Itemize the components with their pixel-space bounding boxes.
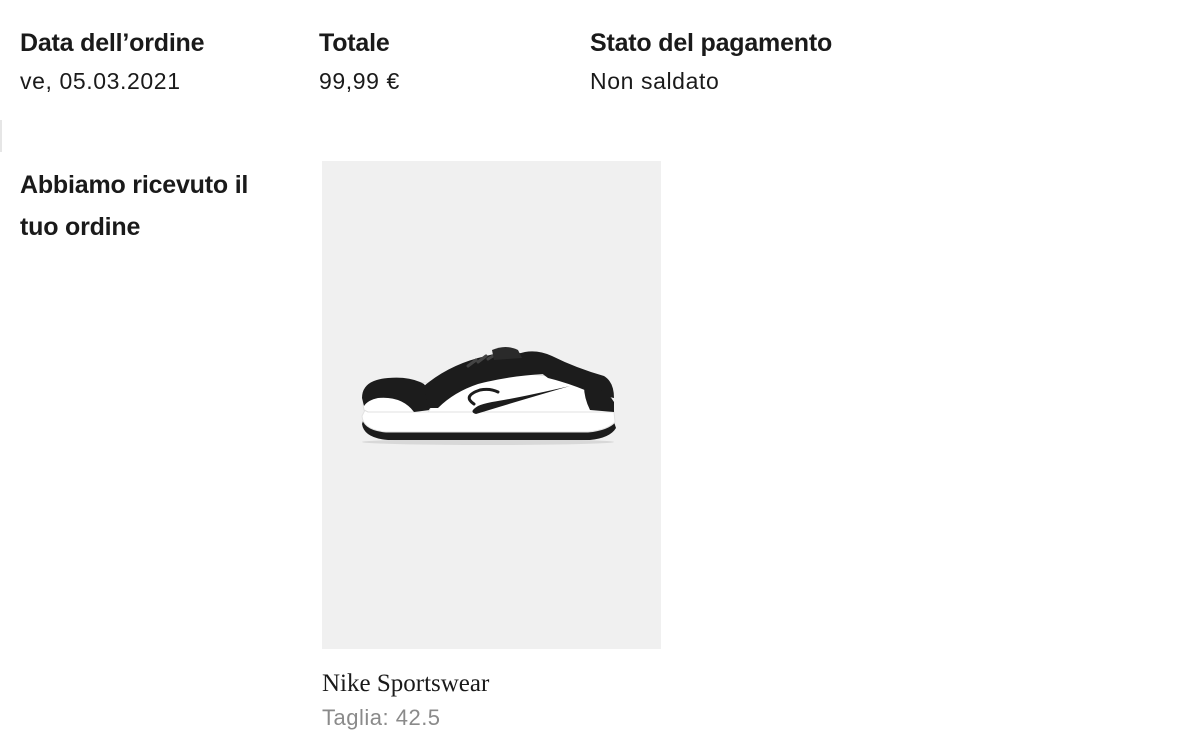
sneaker-image-icon bbox=[361, 347, 616, 445]
order-total-block: Totale 99,99 € bbox=[319, 26, 400, 98]
payment-status-label: Stato del pagamento bbox=[590, 29, 833, 57]
product-image[interactable] bbox=[322, 161, 661, 649]
order-total-label: Totale bbox=[319, 29, 390, 57]
scroll-edge-indicator bbox=[0, 120, 2, 152]
order-total-value: 99,99 € bbox=[319, 68, 400, 94]
product-brand: Nike Sportswear bbox=[322, 670, 490, 697]
payment-status-value: Non saldato bbox=[590, 68, 720, 94]
product-size-label: Taglia: bbox=[322, 705, 390, 730]
order-date-value: ve, 05.03.2021 bbox=[20, 68, 181, 94]
product-size-value: 42.5 bbox=[395, 705, 441, 730]
payment-status-block: Stato del pagamento Non saldato bbox=[590, 26, 832, 98]
order-date-block: Data dell’ordine ve, 05.03.2021 bbox=[20, 26, 205, 98]
order-received-heading: Abbiamo ricevuto il tuo ordine bbox=[20, 171, 249, 241]
product-size: Taglia: 42.5 bbox=[322, 703, 661, 733]
product-card[interactable]: Nike Sportswear Taglia: 42.5 bbox=[322, 161, 661, 733]
order-date-label: Data dell’ordine bbox=[20, 29, 205, 57]
